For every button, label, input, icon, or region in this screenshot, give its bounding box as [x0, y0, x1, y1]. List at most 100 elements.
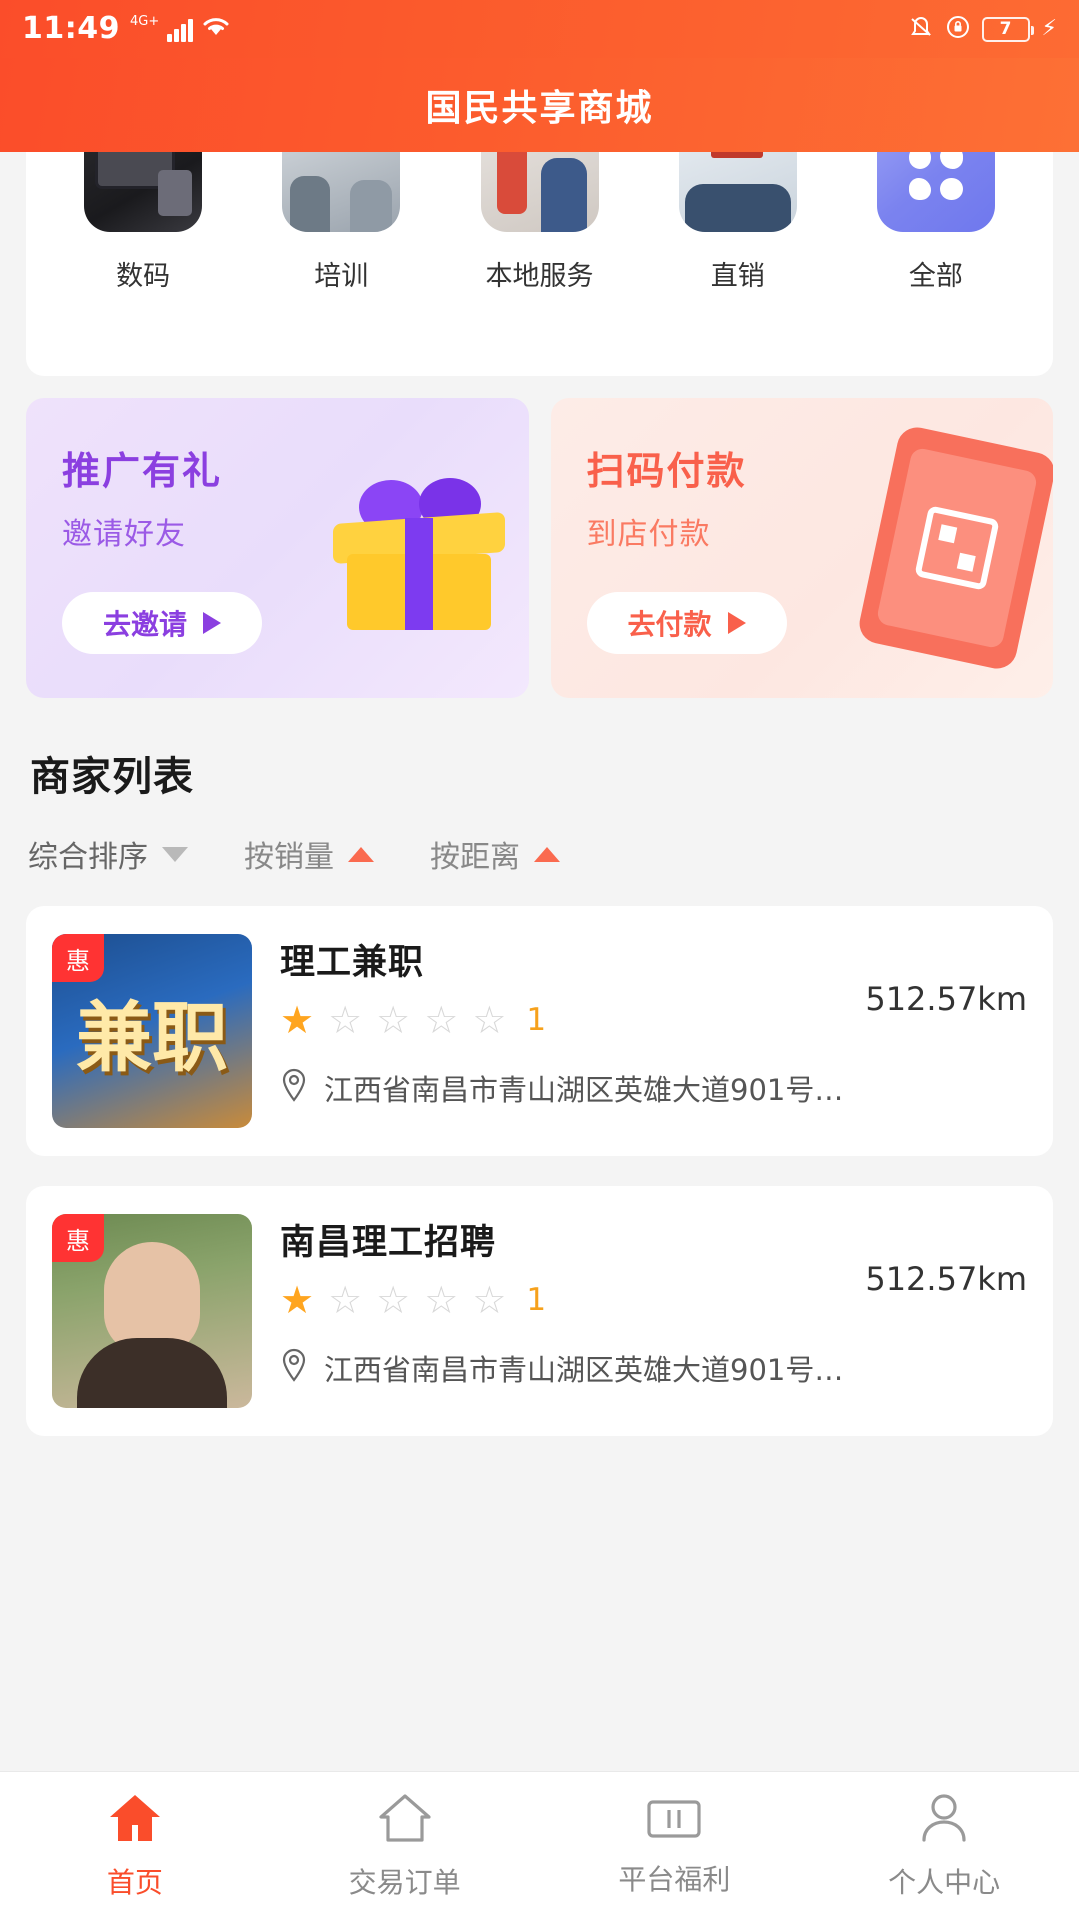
sort-comprehensive[interactable]: 综合排序 — [28, 832, 188, 876]
star-icon: ☆ — [328, 1278, 363, 1322]
merchant-distance: 512.57km — [865, 1260, 1027, 1298]
merchant-address-row: 江西省南昌市青山湖区英雄大道901号… — [280, 1347, 1027, 1389]
category-item-training[interactable]: 培训 — [242, 152, 440, 293]
tab-label: 平台福利 — [618, 1862, 731, 1896]
status-bar: 11:49 4G+ 7 ⚡ — [0, 0, 1079, 58]
battery-icon: 7 — [981, 16, 1034, 42]
network-type-label: 4G+ — [130, 14, 160, 29]
rating-row: ★ ☆ ☆ ☆ ☆ 1 — [280, 1001, 546, 1039]
star-icon: ☆ — [376, 998, 411, 1042]
vibrate-icon — [908, 15, 934, 43]
merchant-card[interactable]: 惠 兼职 理工兼职 ★ ☆ ☆ ☆ ☆ 1 512.57km 江西省南昌市青山湖… — [26, 906, 1053, 1156]
merchant-info: 理工兼职 ★ ☆ ☆ ☆ ☆ 1 512.57km 江西省南昌市青山湖区英雄大道… — [280, 934, 1027, 1128]
merchant-card[interactable]: 惠 南昌理工招聘 ★ ☆ ☆ ☆ ☆ 1 512.57km 江西省南昌市青山湖区… — [26, 1186, 1053, 1436]
chevron-up-icon — [534, 846, 560, 862]
sort-label: 按销量 — [244, 840, 334, 875]
signal-bars-icon — [167, 18, 194, 42]
invite-button[interactable]: 去邀请 — [62, 592, 262, 654]
rating-value: 1 — [526, 1282, 547, 1318]
home-icon — [106, 1791, 164, 1849]
ticket-icon — [645, 1794, 703, 1846]
status-bar-left: 11:49 4G+ — [22, 14, 231, 44]
category-label: 数码 — [116, 261, 171, 292]
status-bar-right: 7 ⚡ — [908, 15, 1057, 43]
category-item-all[interactable]: 全部 — [837, 152, 1035, 293]
category-item-direct-sales[interactable]: 直销 — [639, 152, 837, 293]
digital-category-icon — [84, 152, 203, 232]
app-title-bar: 国民共享商城 — [0, 58, 1079, 152]
battery-level: 7 — [999, 19, 1012, 39]
star-icon: ☆ — [472, 998, 507, 1042]
star-icon: ☆ — [472, 1278, 507, 1322]
category-item-digital[interactable]: 数码 — [44, 152, 242, 293]
chevron-up-icon — [348, 846, 374, 862]
category-label: 直销 — [710, 261, 765, 292]
star-icon: ☆ — [424, 1278, 459, 1322]
order-home-icon — [376, 1791, 434, 1849]
scroll-content[interactable]: 数码 培训 本地服务 直销 全部 推广有礼 邀请好友 去邀请 扫码付款 到店付款… — [0, 152, 1079, 1771]
category-label: 培训 — [314, 261, 369, 292]
merchant-address: 江西省南昌市青山湖区英雄大道901号… — [324, 1073, 844, 1107]
tab-label: 交易订单 — [348, 1865, 461, 1899]
merchant-section-title: 商家列表 — [30, 754, 194, 800]
rating-row: ★ ☆ ☆ ☆ ☆ 1 — [280, 1281, 546, 1319]
merchant-top-line: 南昌理工招聘 ★ ☆ ☆ ☆ ☆ 1 512.57km — [280, 1214, 1027, 1319]
location-pin-icon — [280, 1068, 308, 1109]
merchant-thumbnail: 惠 — [52, 1214, 252, 1408]
merchant-thumbnail: 惠 兼职 — [52, 934, 252, 1128]
pay-button-label: 去付款 — [627, 608, 712, 641]
status-time: 11:49 — [22, 11, 120, 46]
gift-box-icon — [319, 456, 519, 636]
sort-sales[interactable]: 按销量 — [244, 832, 374, 876]
category-card: 数码 培训 本地服务 直销 全部 — [26, 152, 1053, 376]
rotation-lock-icon — [946, 15, 970, 43]
tab-profile[interactable]: 个人中心 — [809, 1772, 1079, 1919]
merchant-info: 南昌理工招聘 ★ ☆ ☆ ☆ ☆ 1 512.57km 江西省南昌市青山湖区英雄… — [280, 1214, 1027, 1408]
grid-dots-icon — [877, 152, 995, 232]
rating-value: 1 — [526, 1002, 547, 1038]
tab-orders[interactable]: 交易订单 — [270, 1772, 540, 1919]
all-category-icon — [876, 152, 995, 232]
tab-home[interactable]: 首页 — [0, 1772, 270, 1919]
app-screen: 11:49 4G+ 7 ⚡ 国民共享商城 数码 培训 本地服务 直销 全部 推广… — [0, 0, 1079, 1919]
sort-label: 综合排序 — [28, 840, 148, 875]
category-row: 数码 培训 本地服务 直销 全部 — [26, 152, 1053, 293]
invite-button-label: 去邀请 — [102, 608, 187, 641]
merchant-address-row: 江西省南昌市青山湖区英雄大道901号… — [280, 1067, 1027, 1109]
page-title: 国民共享商城 — [425, 88, 654, 129]
play-triangle-icon — [203, 612, 221, 634]
play-triangle-icon — [727, 612, 746, 634]
star-icon: ★ — [280, 1278, 315, 1322]
direct-sales-category-icon — [678, 152, 797, 232]
banner-scan-pay[interactable]: 扫码付款 到店付款 去付款 — [550, 398, 1053, 698]
star-icon: ☆ — [328, 998, 363, 1042]
location-pin-icon — [280, 1348, 308, 1389]
tab-label: 个人中心 — [888, 1865, 1001, 1899]
sort-label: 按距离 — [430, 840, 520, 875]
sort-bar: 综合排序 按销量 按距离 — [28, 832, 1079, 876]
star-icon: ☆ — [424, 998, 459, 1042]
local-service-category-icon — [480, 152, 599, 232]
bottom-tab-bar: 首页 交易订单 平台福利 个人中心 — [0, 1771, 1079, 1919]
pay-button[interactable]: 去付款 — [586, 592, 787, 654]
merchant-name: 理工兼职 — [280, 943, 425, 983]
merchant-top-line: 理工兼职 ★ ☆ ☆ ☆ ☆ 1 512.57km — [280, 934, 1027, 1039]
tab-label: 首页 — [106, 1865, 163, 1899]
discount-badge: 惠 — [52, 934, 104, 982]
merchant-name: 南昌理工招聘 — [280, 1223, 497, 1263]
person-icon — [915, 1791, 973, 1849]
star-icon: ☆ — [376, 1278, 411, 1322]
sort-distance[interactable]: 按距离 — [430, 832, 560, 876]
category-label: 全部 — [908, 261, 963, 292]
tab-welfare[interactable]: 平台福利 — [540, 1772, 810, 1919]
chevron-down-icon — [162, 846, 188, 862]
banner-row: 推广有礼 邀请好友 去邀请 扫码付款 到店付款 去付款 — [26, 398, 1053, 698]
training-category-icon — [282, 152, 401, 232]
discount-badge: 惠 — [52, 1214, 104, 1262]
merchant-distance: 512.57km — [865, 980, 1027, 1018]
charging-bolt-icon: ⚡ — [1041, 16, 1057, 41]
wifi-icon — [201, 14, 231, 42]
banner-promotion[interactable]: 推广有礼 邀请好友 去邀请 — [26, 398, 529, 698]
category-item-local-service[interactable]: 本地服务 — [440, 152, 638, 293]
merchant-address: 江西省南昌市青山湖区英雄大道901号… — [324, 1353, 844, 1387]
